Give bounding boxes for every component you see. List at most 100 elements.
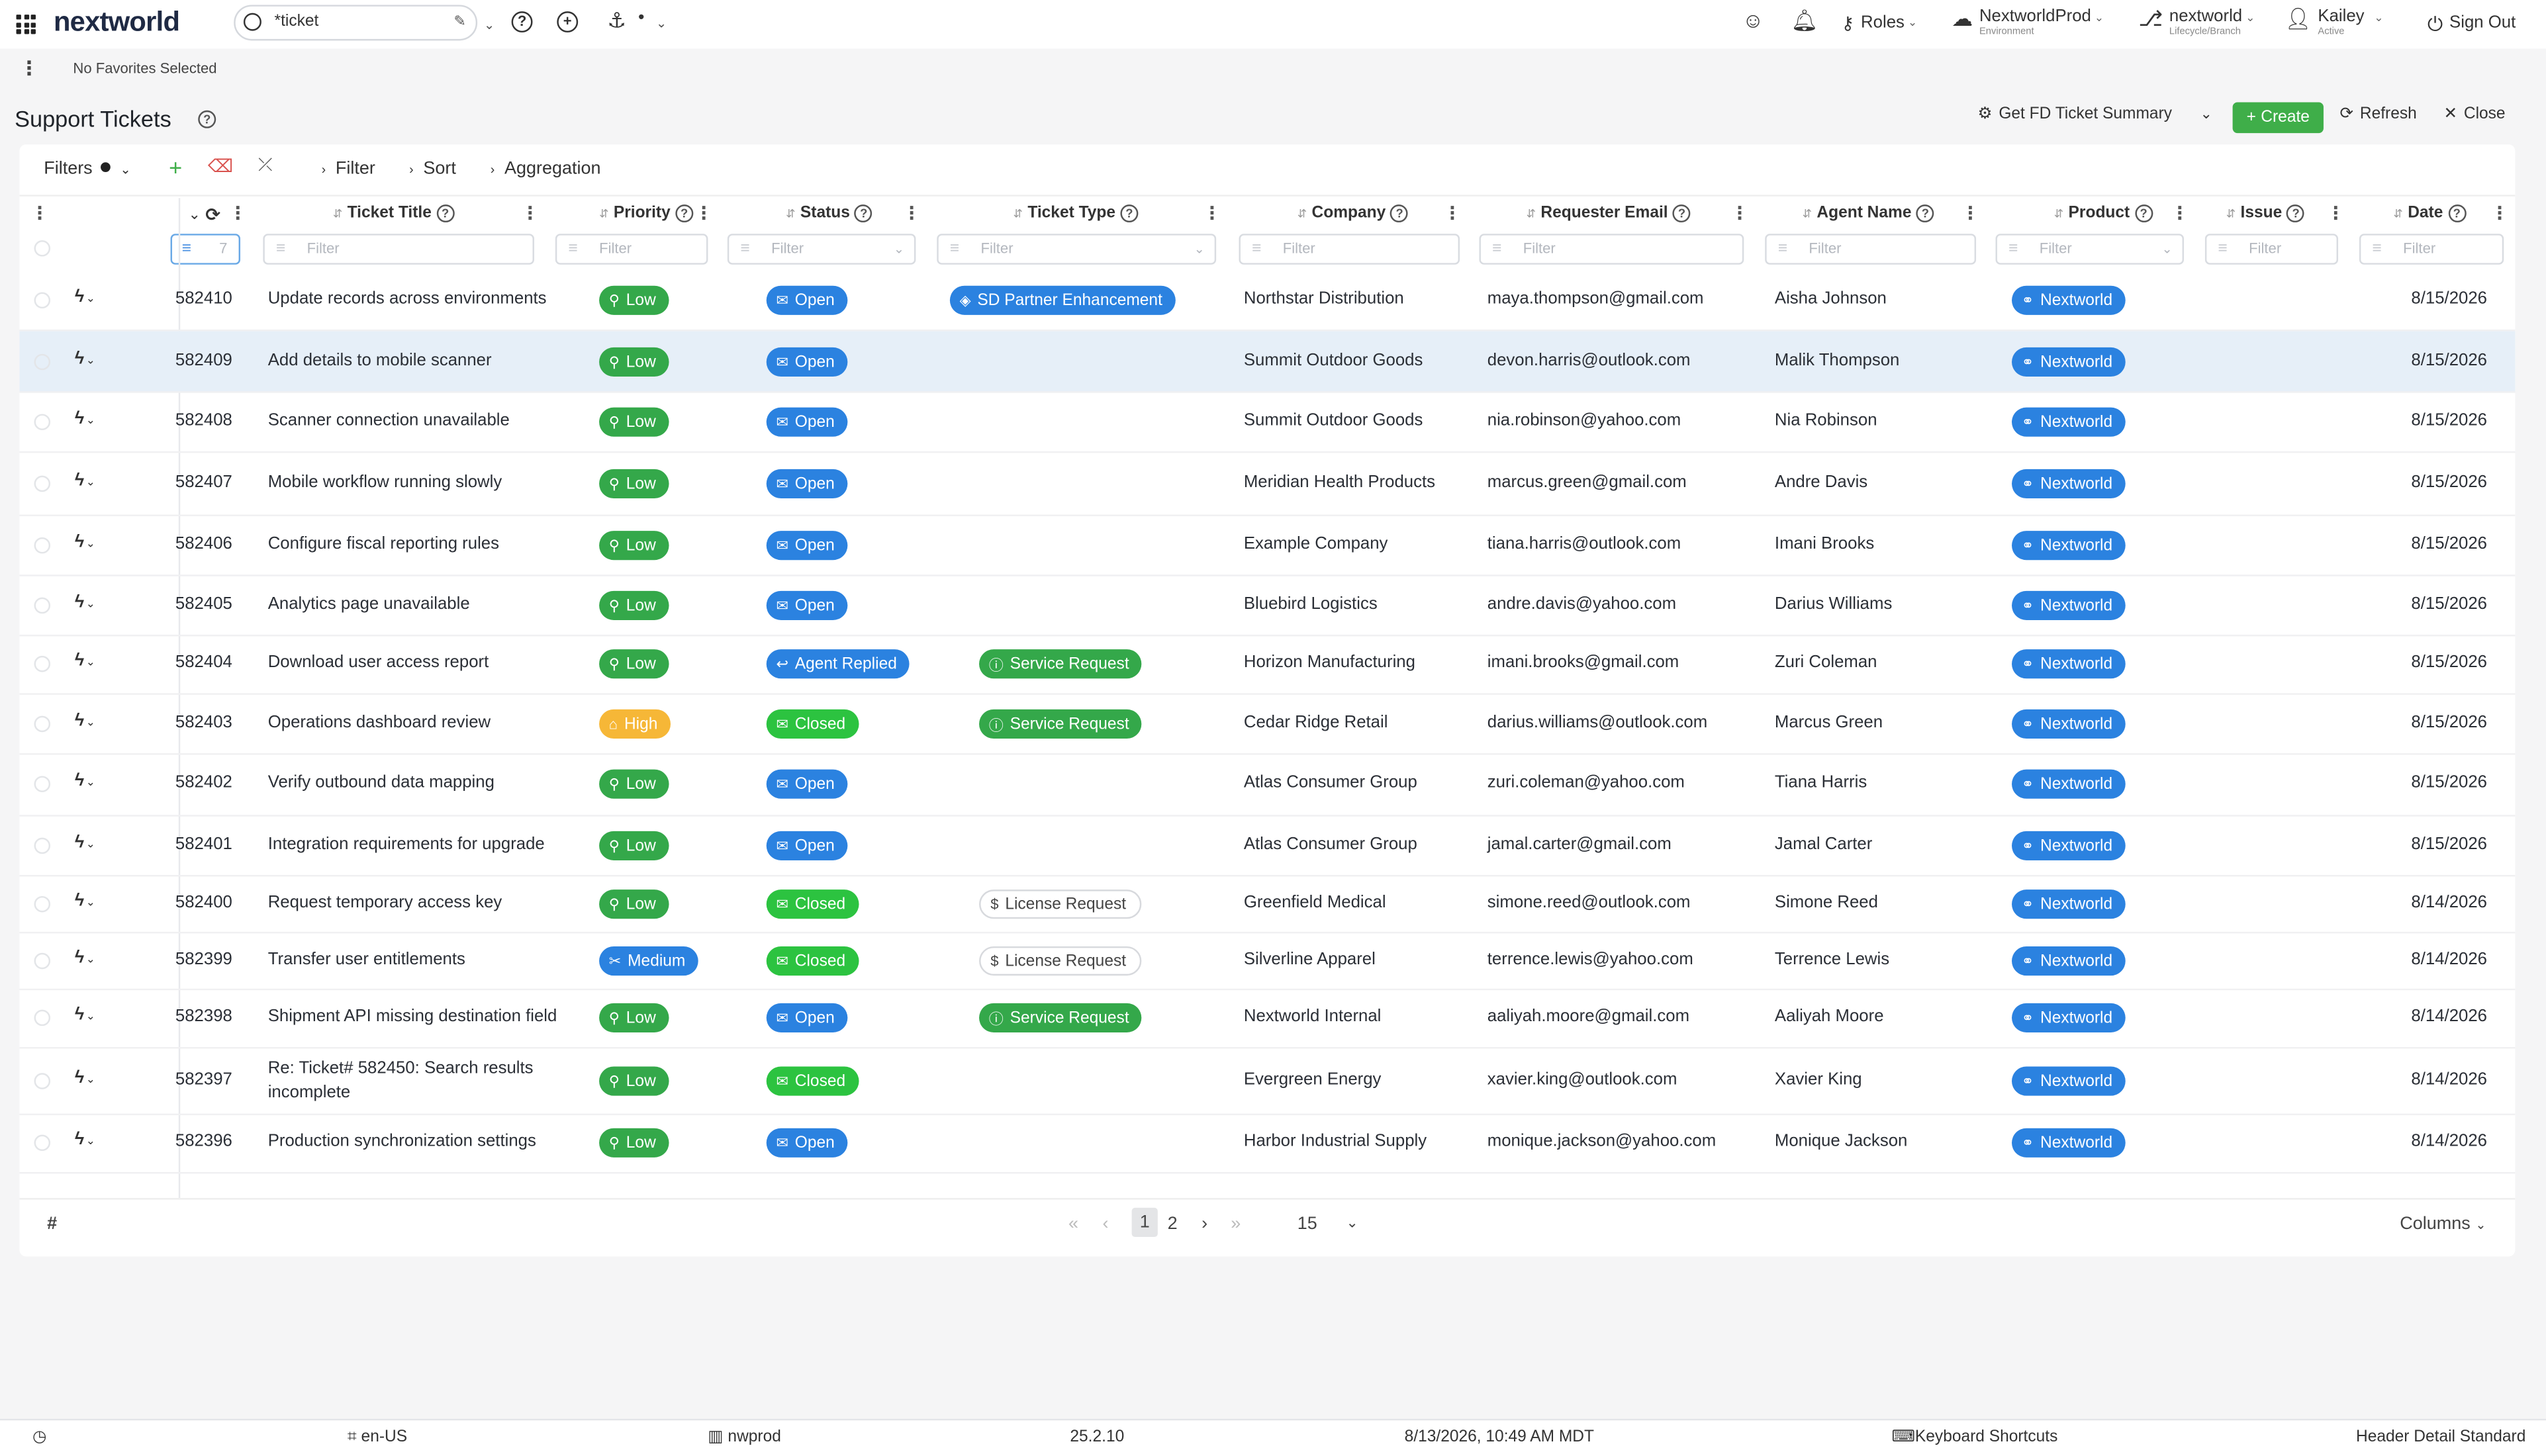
ticket-title[interactable]: Transfer user entitlements [268,950,465,969]
issue-column-menu-icon[interactable]: ⋮ [2327,203,2345,224]
ticket-title[interactable]: Verify outbound data mapping [268,773,495,792]
bell-icon[interactable]: 🔔︎ [1791,8,1818,34]
company-column-menu-icon[interactable]: ⋮ [1444,203,1462,224]
id-filter-input[interactable]: 7 [170,234,241,265]
first-page-icon[interactable]: « [1068,1214,1078,1234]
id-column-menu-icon[interactable]: ⋮ [229,203,247,224]
email-filter-input[interactable]: Filter [1479,234,1744,265]
row-actions-icon[interactable]: ϟ ⌄ [75,287,95,306]
table-row[interactable]: ϟ ⌄ 582398 Shipment API missing destination… [19,989,2516,1049]
search-dropdown-chevron-icon[interactable]: ⌄ [484,18,495,32]
ticket-title[interactable]: Production synchronization settings [268,1132,536,1151]
create-button[interactable]: + Create [2232,102,2324,134]
title-column-header[interactable]: ⇵ Ticket Title? [333,205,455,223]
ticket-title[interactable]: Re: Ticket# 582450: Search results incomp… [268,1057,534,1106]
agent-column-menu-icon[interactable]: ⋮ [1961,203,1979,224]
ticket-id[interactable]: 582401 [175,835,232,854]
table-row[interactable]: ϟ ⌄ 582399 Transfer user entitlements ✂ Mediu… [19,932,2516,991]
date-column-menu-icon[interactable]: ⋮ [2491,203,2509,224]
app-launcher-icon[interactable] [16,15,36,34]
page-help-icon[interactable]: ? [198,110,216,128]
ticket-title[interactable]: Configure fiscal reporting rules [268,534,499,553]
company-filter-input[interactable]: Filter [1239,234,1460,265]
row-actions-icon[interactable]: ϟ ⌄ [75,1068,95,1087]
agent-filter-input[interactable]: Filter [1765,234,1977,265]
prev-page-icon[interactable]: ‹ [1102,1214,1108,1234]
remove-sort-icon[interactable]: ⤫ [258,156,273,177]
ticket-id[interactable]: 582410 [175,289,232,308]
product-column-menu-icon[interactable]: ⋮ [2171,203,2189,224]
row-options-icon[interactable]: ⋮ [31,203,49,224]
close-button[interactable]: ✕ Close [2443,105,2505,123]
row-actions-icon[interactable]: ϟ ⌄ [75,1130,95,1149]
agent-column-header[interactable]: ⇵ Agent Name? [1803,205,1934,223]
row-select-checkbox[interactable] [34,292,51,309]
branch-menu[interactable]: ⎇ nextworld Lifecycle/Branch ⌄ [2138,7,2255,42]
clock-icon[interactable]: ◷ [32,1428,46,1446]
table-row[interactable]: ϟ ⌄ 582404 Download user access report ⚲ Low ↩… [19,635,2516,695]
ticket-id[interactable]: 582408 [175,411,232,430]
ticket-title[interactable]: Download user access report [268,653,489,672]
ticket-id[interactable]: 582406 [175,534,232,553]
table-row[interactable]: ϟ ⌄ 582402 Verify outbound data mapping ⚲ Low… [19,753,2516,817]
date-filter-input[interactable]: Filter [2359,234,2504,265]
roles-menu[interactable]: ⚷ Roles ⌄ [1841,13,1917,36]
row-select-checkbox[interactable] [34,715,51,733]
ticket-title[interactable]: Scanner connection unavailable [268,411,510,430]
ticket-id[interactable]: 582400 [175,893,232,912]
ticket-id[interactable]: 582397 [175,1069,232,1089]
title-filter-input[interactable]: Filter [263,234,534,265]
row-actions-icon[interactable]: ϟ ⌄ [75,409,95,428]
requester-email[interactable]: terrence.lewis@yahoo.com [1487,950,1693,969]
table-row[interactable]: ϟ ⌄ 582400 Request temporary access key ⚲ Low… [19,875,2516,934]
page-2-button[interactable]: 2 [1168,1214,1178,1234]
type-column-header[interactable]: ⇵ Ticket Type? [1014,205,1139,223]
add-icon[interactable]: + [557,11,579,33]
requester-email[interactable]: tiana.harris@outlook.com [1487,534,1681,553]
row-actions-icon[interactable]: ϟ ⌄ [75,592,95,612]
clear-filter-icon[interactable]: ⌫ [208,156,233,177]
table-row[interactable]: ϟ ⌄ 582403 Operations dashboard review ⌂ High… [19,693,2516,755]
requester-email[interactable]: xavier.king@outlook.com [1487,1069,1677,1089]
requester-email[interactable]: zuri.coleman@yahoo.com [1487,773,1685,792]
status-filter-select[interactable]: Filter⌄ [727,234,916,265]
last-page-icon[interactable]: » [1231,1214,1241,1234]
table-row[interactable]: ϟ ⌄ 582397 Re: Ticket# 582450: Search resul… [19,1047,2516,1116]
email-column-header[interactable]: ⇵ Requester Email? [1527,205,1691,223]
row-actions-icon[interactable]: ϟ ⌄ [75,891,95,911]
requester-email[interactable]: maya.thompson@gmail.com [1487,289,1704,308]
type-filter-select[interactable]: Filter⌄ [937,234,1217,265]
ticket-title[interactable]: Mobile workflow running slowly [268,473,502,492]
row-select-checkbox[interactable] [34,837,51,854]
anchor-chevron-icon[interactable]: ⌄ [656,17,667,31]
priority-column-menu-icon[interactable]: ⋮ [695,203,713,224]
row-select-checkbox[interactable] [34,353,51,371]
get-fd-ticket-summary-button[interactable]: ⚙ Get FD Ticket Summary [1978,105,2172,123]
requester-email[interactable]: darius.williams@outlook.com [1487,713,1707,732]
help-icon[interactable]: ? [511,11,533,33]
row-actions-icon[interactable]: ϟ ⌄ [75,711,95,730]
requester-email[interactable]: simone.reed@outlook.com [1487,893,1691,912]
page-size-select[interactable]: 15 [1297,1214,1317,1234]
sign-out-button[interactable]: ⏻ Sign Out [2428,13,2516,36]
row-actions-icon[interactable]: ϟ ⌄ [75,1005,95,1024]
row-select-checkbox[interactable] [34,475,51,492]
ticket-title[interactable]: Analytics page unavailable [268,594,470,614]
issue-column-header[interactable]: ⇵ Issue? [2226,205,2305,223]
row-select-checkbox[interactable] [34,776,51,792]
summary-dropdown-chevron-icon[interactable]: ⌄ [2200,105,2213,123]
row-number-toggle[interactable]: # [47,1214,57,1234]
ticket-id[interactable]: 582402 [175,773,232,792]
row-select-checkbox[interactable] [34,952,51,970]
requester-email[interactable]: andre.davis@yahoo.com [1487,594,1676,614]
table-row[interactable]: ϟ ⌄ 582406 Configure fiscal reporting rules… [19,515,2516,576]
global-search-input[interactable]: *ticket ✎ [234,5,478,41]
table-row[interactable]: ϟ ⌄ 582401 Integration requirements for upg… [19,815,2516,877]
priority-column-header[interactable]: ⇵ Priority? [599,205,694,223]
row-select-checkbox[interactable] [34,895,51,913]
table-row[interactable]: ϟ ⌄ 582409 Add details to mobile scanner ⚲ Lo… [19,331,2516,393]
add-filter-icon[interactable]: + [169,154,182,180]
row-select-checkbox[interactable] [34,655,51,672]
row-actions-icon[interactable]: ϟ ⌄ [75,651,95,670]
locale-indicator[interactable]: ⌗ en-US [348,1428,407,1446]
